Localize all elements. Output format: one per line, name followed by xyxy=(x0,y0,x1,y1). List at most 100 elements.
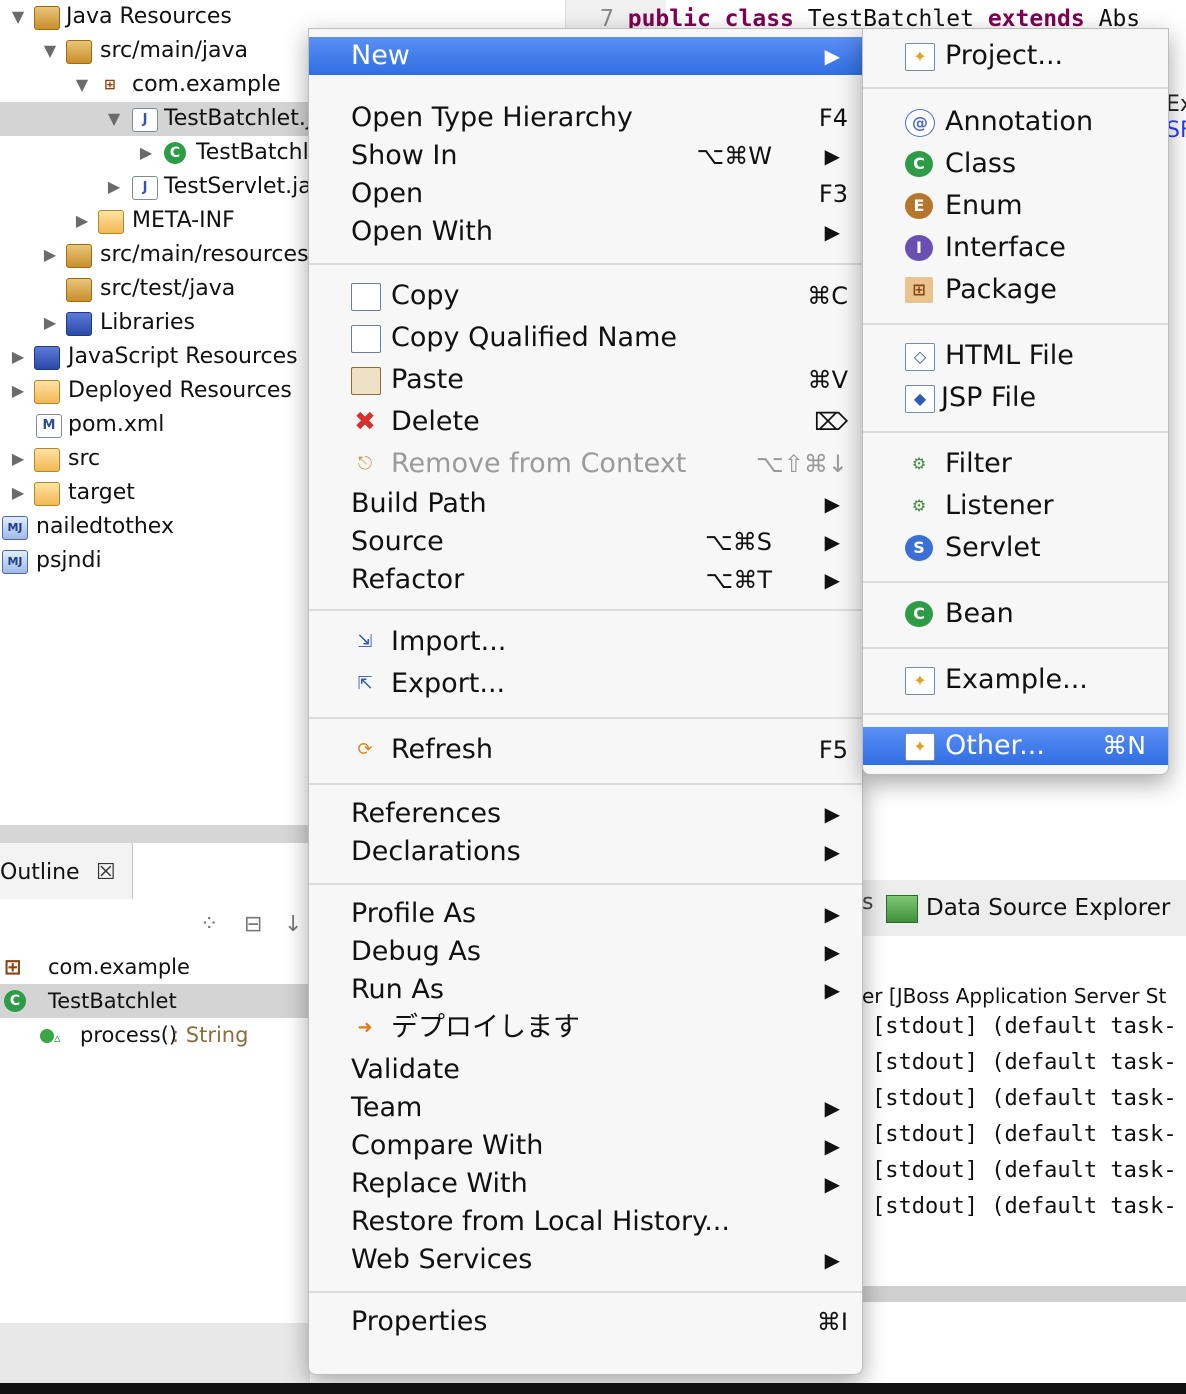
interface-icon: I xyxy=(905,235,933,261)
menu-item-restore-from-local-history[interactable]: Restore from Local History... xyxy=(309,1203,862,1241)
menu-item-source[interactable]: Source ⌥⌘S ▶ xyxy=(309,523,862,561)
menu-item-declarations[interactable]: Declarations ▶ xyxy=(309,833,862,871)
tree-item-meta-inf[interactable]: ▶ META-INF xyxy=(0,204,310,238)
tree-item-javascript-resources[interactable]: ▶ JavaScript Resources xyxy=(0,340,310,374)
console-title: er [JBoss Application Server St xyxy=(862,984,1167,1008)
submenu-item-label: Enum xyxy=(945,190,1023,221)
expand-twisty-icon[interactable]: ▶ xyxy=(40,238,60,272)
tree-item-psjndi[interactable]: MJ psjndi xyxy=(0,544,310,578)
close-icon[interactable]: ☒ xyxy=(96,843,116,903)
menu-item-deploy[interactable]: ➜ デプロイします xyxy=(309,1009,862,1047)
other-wizard-icon: ✦ xyxy=(905,733,935,761)
source-folder-icon xyxy=(66,244,92,268)
submenu-item-example[interactable]: ✦ Example... xyxy=(863,661,1168,699)
expand-twisty-icon[interactable]: ▶ xyxy=(104,170,124,204)
submenu-item-bean[interactable]: C Bean xyxy=(863,595,1168,633)
menu-item-new[interactable]: New ▶ xyxy=(309,37,862,75)
menu-item-open-type-hierarchy[interactable]: Open Type Hierarchy F4 xyxy=(309,99,862,137)
menu-item-copy-qualified-name[interactable]: Copy Qualified Name xyxy=(309,319,862,357)
horizontal-scrollbar[interactable] xyxy=(862,1286,1186,1302)
submenu-item-project[interactable]: ✦ Project... xyxy=(863,37,1168,75)
tree-item-target[interactable]: ▶ target xyxy=(0,476,310,510)
menu-item-remove-from-context: ⎋ Remove from Context ⌥⇧⌘↓ xyxy=(309,445,862,483)
submenu-item-filter[interactable]: ⚙ Filter xyxy=(863,445,1168,483)
submenu-item-jsp-file[interactable]: ◆ JSP File xyxy=(863,379,1168,417)
expand-twisty-icon[interactable]: ▶ xyxy=(8,476,28,510)
expand-twisty-icon[interactable]: ▼ xyxy=(8,0,28,34)
outline-item-package[interactable]: ⊞ com.example xyxy=(0,950,310,984)
menu-item-open-with[interactable]: Open With ▶ xyxy=(309,213,862,251)
submenu-item-other[interactable]: ✦ Other... ⌘N xyxy=(863,727,1168,765)
menu-item-web-services[interactable]: Web Services ▶ xyxy=(309,1241,862,1279)
menu-item-run-as[interactable]: Run As ▶ xyxy=(309,971,862,1009)
menu-item-compare-with[interactable]: Compare With ▶ xyxy=(309,1127,862,1165)
paste-icon xyxy=(351,367,381,395)
menu-item-refresh[interactable]: ⟳ Refresh F5 xyxy=(309,731,862,769)
tree-item-testservlet-java[interactable]: ▶ J TestServlet.ja xyxy=(0,170,312,204)
tree-item-src-test-java[interactable]: src/test/java xyxy=(0,272,310,306)
menu-item-debug-as[interactable]: Debug As ▶ xyxy=(309,933,862,971)
tab-outline[interactable]: Outline ☒ xyxy=(0,843,133,899)
submenu-item-enum[interactable]: E Enum xyxy=(863,187,1168,225)
tree-item-label: Libraries xyxy=(100,310,196,335)
submenu-item-interface[interactable]: I Interface xyxy=(863,229,1168,267)
expand-twisty-icon[interactable]: ▶ xyxy=(8,442,28,476)
menu-shortcut: ⌘V xyxy=(807,366,848,394)
menu-item-paste[interactable]: Paste ⌘V xyxy=(309,361,862,399)
submenu-item-html-file[interactable]: ◇ HTML File xyxy=(863,337,1168,375)
submenu-item-package[interactable]: ⊞ Package xyxy=(863,271,1168,309)
tree-item-src-main-resources[interactable]: ▶ src/main/resources xyxy=(0,238,310,272)
expand-twisty-icon[interactable]: ▶ xyxy=(8,374,28,408)
menu-item-team[interactable]: Team ▶ xyxy=(309,1089,862,1127)
outline-item-method[interactable]: ▵ process() : String xyxy=(0,1018,310,1052)
tree-item-testbatchlet-java[interactable]: ▼ J TestBatchlet.j xyxy=(0,102,312,136)
menu-item-label: Properties xyxy=(351,1306,488,1337)
menu-item-replace-with[interactable]: Replace With ▶ xyxy=(309,1165,862,1203)
expand-twisty-icon[interactable]: ▼ xyxy=(104,102,124,136)
expand-twisty-icon[interactable]: ▼ xyxy=(72,68,92,102)
submenu-item-servlet[interactable]: S Servlet xyxy=(863,529,1168,567)
tree-item-nailedtothex[interactable]: MJ nailedtothex xyxy=(0,510,310,544)
menu-item-properties[interactable]: Properties ⌘I xyxy=(309,1303,862,1341)
copy-qualified-name-icon xyxy=(351,325,381,353)
menu-item-import[interactable]: ⇲ Import... xyxy=(309,623,862,661)
expand-twisty-icon[interactable]: ▶ xyxy=(8,340,28,374)
expand-twisty-icon[interactable]: ▶ xyxy=(136,136,156,170)
tree-item-java-resources[interactable]: ▼ Java Resources xyxy=(0,0,310,34)
tree-item-src-main-java[interactable]: ▼ src/main/java xyxy=(0,34,310,68)
menu-item-show-in[interactable]: Show In ⌥⌘W ▶ xyxy=(309,137,862,175)
tree-item-label: src xyxy=(68,446,101,471)
method-name: process() xyxy=(80,1023,178,1047)
console-output[interactable]: er [JBoss Application Server St [stdout]… xyxy=(862,936,1186,1286)
menu-item-references[interactable]: References ▶ xyxy=(309,795,862,833)
tree-item-deployed-resources[interactable]: ▶ Deployed Resources xyxy=(0,374,310,408)
menu-item-copy[interactable]: Copy ⌘C xyxy=(309,277,862,315)
submenu-item-annotation[interactable]: @ Annotation xyxy=(863,103,1168,141)
expand-twisty-icon[interactable]: ▼ xyxy=(40,34,60,68)
tree-item-testbatchlet-class[interactable]: ▶ C TestBatchl xyxy=(0,136,310,170)
editor-text-fragment: Ex xyxy=(1166,92,1186,117)
expand-twisty-icon[interactable]: ▶ xyxy=(72,204,92,238)
sort-icon[interactable]: ↓ xyxy=(284,912,302,937)
tree-item-src[interactable]: ▶ src xyxy=(0,442,310,476)
menu-item-profile-as[interactable]: Profile As ▶ xyxy=(309,895,862,933)
submenu-item-label: Other... xyxy=(945,730,1045,761)
hide-fields-icon[interactable]: ⁘ xyxy=(200,912,218,937)
tree-item-com-example[interactable]: ▼ ⊞ com.example xyxy=(0,68,310,102)
submenu-item-class[interactable]: C Class xyxy=(863,145,1168,183)
menu-item-validate[interactable]: Validate xyxy=(309,1051,862,1089)
menu-item-refactor[interactable]: Refactor ⌥⌘T ▶ xyxy=(309,561,862,599)
tree-item-pom-xml[interactable]: M pom.xml xyxy=(0,408,310,442)
submenu-item-listener[interactable]: ⚙ Listener xyxy=(863,487,1168,525)
menu-item-delete[interactable]: ✖ Delete ⌦ xyxy=(309,403,862,441)
view-divider[interactable] xyxy=(0,825,310,843)
expand-twisty-icon[interactable]: ▶ xyxy=(40,306,60,340)
menu-item-open[interactable]: Open F3 xyxy=(309,175,862,213)
outline-item-class[interactable]: C TestBatchlet xyxy=(0,984,310,1018)
servers-tab-tail[interactable]: s xyxy=(862,890,873,915)
menu-item-build-path[interactable]: Build Path ▶ xyxy=(309,485,862,523)
menu-item-export[interactable]: ⇱ Export... xyxy=(309,665,862,703)
tab-data-source-explorer[interactable]: Data Source Explorer xyxy=(886,880,1170,936)
collapse-all-icon[interactable]: ⊟ xyxy=(244,912,262,937)
tree-item-libraries[interactable]: ▶ Libraries xyxy=(0,306,310,340)
